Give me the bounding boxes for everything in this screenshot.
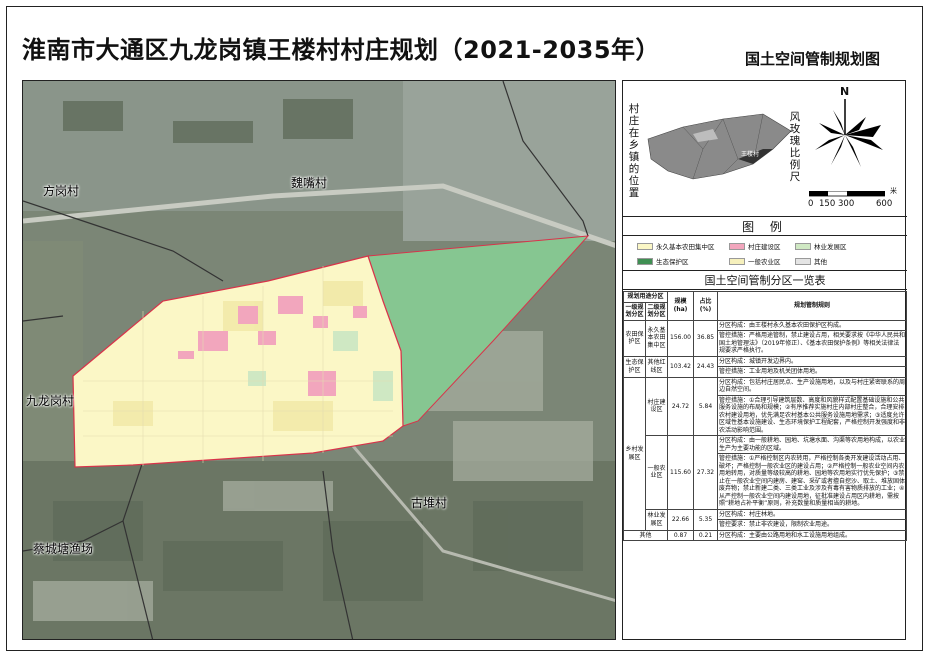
township-locator-map [647, 113, 792, 180]
cell-pct: 5.84 [693, 376, 718, 436]
legend-item-eco: 生态保护区 [637, 256, 689, 266]
legend-swatch [795, 257, 811, 265]
legend-item-other: 其他 [795, 256, 827, 266]
legend-swatch [637, 257, 653, 265]
label-weizui-village: 魏嘴村 [291, 176, 328, 190]
legend-item-farmland: 永久基本农田集中区 [637, 241, 715, 251]
cell-pct: 36.85 [693, 319, 718, 357]
legend: 永久基本农田集中区 村庄建设区 林业发展区 生态保护区 一般农业区 其他 [623, 237, 907, 271]
header-rule: 规划管制规则 [717, 291, 907, 321]
cell-pct: 27.32 [693, 435, 718, 510]
cell-rule: 管控要求：禁止非农建设，限制农业用途。 [717, 519, 907, 531]
legend-title: 图 例 [623, 218, 907, 236]
cell-rule: 管控措施：工业用地及机关团体用地。 [717, 366, 907, 378]
cell-rule: 分区构成：由王楼村永久基本农田保护区构成。 [717, 319, 907, 331]
scale-bar [809, 191, 885, 197]
map-canvas [23, 81, 615, 639]
scale-tick-150: 150 [819, 199, 836, 209]
label-caicheng-fishery: 蔡城塘渔场 [33, 542, 94, 556]
cell-area: 22.66 [667, 508, 694, 531]
scale-tick-600: 600 [876, 199, 893, 209]
table-row: 农田保护区 永久基本农田集中区 156.00 36.85 分区构成：由王楼村永久… [623, 319, 907, 357]
map-type-title: 国土空间管制规划图 [745, 50, 881, 68]
legend-swatch [637, 242, 653, 250]
wind-rose-icon [815, 99, 883, 167]
compass-caption: 风玫瑰比例尺 [789, 111, 801, 183]
cell-l2: 村庄建设区 [645, 376, 668, 436]
cell-pct: 5.35 [693, 508, 718, 531]
legend-label: 林业发展区 [814, 243, 847, 251]
cell-rule: 管控措施：①合理引导建筑层数、高度和风貌样式配置基础设施和公共服务设施的布局和规… [717, 394, 907, 436]
table-row: 林业发展区 22.66 5.35 分区构成：村庄林地。 [624, 508, 907, 531]
location-caption: 村庄在乡镇的位置 [628, 103, 640, 199]
cell-rule: 分区构成：村庄林地。 [717, 508, 907, 520]
cell-l2: 其他红线区 [645, 355, 668, 378]
cell-l2: 林业发展区 [645, 508, 668, 531]
page-title: 淮南市大通区九龙岗镇王楼村村庄规划（2021-2035年） [22, 36, 661, 64]
right-panel: 村庄在乡镇的位置 王楼村 风玫瑰比例尺 N 米 0 150 300 600 图 … [622, 80, 907, 640]
location-and-compass: 村庄在乡镇的位置 王楼村 风玫瑰比例尺 N 米 0 150 300 600 [623, 81, 907, 217]
cell-l1: 生态保护区 [623, 355, 646, 378]
header-pct: 占比(%) [693, 291, 718, 321]
scale-tick-300: 300 [838, 199, 855, 209]
legend-swatch [795, 242, 811, 250]
legend-label: 村庄建设区 [748, 243, 781, 251]
main-map[interactable]: 魏嘴村 方岗村 九龙岗村 古堆村 蔡城塘渔场 [22, 80, 616, 640]
legend-item-forest: 林业发展区 [795, 241, 847, 251]
legend-item-village: 村庄建设区 [729, 241, 781, 251]
scale-unit: 米 [890, 187, 897, 195]
label-gudui-village: 古堆村 [411, 496, 448, 510]
legend-label: 其他 [814, 258, 827, 266]
table-row: 一般农业区 115.60 27.32 分区构成：由一般耕地、园地、坑塘水面、沟渠… [624, 435, 907, 510]
legend-swatch [729, 242, 745, 250]
cell-rule: 分区构成：城镇开发边界内。 [717, 355, 907, 367]
cell-area: 115.60 [667, 435, 694, 510]
cell-rule: 分区构成：由一般耕地、园地、坑塘水面、沟渠等农用地构成，以农业生产为主要功能的区… [717, 435, 907, 454]
legend-item-agri: 一般农业区 [729, 256, 781, 266]
cell-rule: 管控措施：严格用途管制，禁止建设占用，相关要求按《中华人民共和国土地管理法》（2… [717, 330, 907, 357]
cell-l2: 一般农业区 [645, 435, 668, 510]
cell-area: 24.72 [667, 376, 694, 436]
cell-pct: 0.21 [693, 529, 718, 541]
cell-area: 156.00 [667, 319, 694, 357]
table-row: 其他 0.87 0.21 分区构成：主要由公路用地和水工设施用地组成。 [623, 529, 907, 541]
header-area: 规模(ha) [667, 291, 694, 321]
label-fanggang-village: 方岗村 [43, 184, 80, 198]
cell-rule: 管控措施：①严格控制区内农转用，严格控制各类开发建设活动占用、破坏；严格控制一般… [717, 453, 907, 510]
cell-rule: 分区构成：主要由公路用地和水工设施用地组成。 [717, 529, 907, 541]
label-jiulonggang-village: 九龙岗村 [26, 394, 75, 408]
cell-area: 103.42 [667, 355, 694, 378]
cell-pct: 24.43 [693, 355, 718, 378]
legend-label: 一般农业区 [748, 258, 781, 266]
table-row: 生态保护区 其他红线区 103.42 24.43 分区构成：城镇开发边界内。 [623, 355, 907, 378]
cell-l2: 永久基本农田集中区 [645, 319, 668, 357]
cell-rule: 分区构成：包括村庄居民点、生产设施用地，以及与村庄紧密联系的周边自然空间。 [717, 376, 907, 396]
cell-l1: 农田保护区 [623, 319, 646, 357]
header-group: 规划用途分区 [623, 291, 668, 303]
legend-label: 生态保护区 [656, 258, 689, 266]
locator-village-tag: 王楼村 [741, 151, 760, 158]
zoning-table: 规划用途分区 规模(ha) 占比(%) 规划管制规则 一级规划分区 二级规划分区… [623, 291, 907, 541]
header-level1: 一级规划分区 [623, 301, 646, 321]
cell-area: 0.87 [667, 529, 694, 541]
table-header-row: 规划用途分区 规模(ha) 占比(%) 规划管制规则 [623, 291, 907, 321]
cell-l1: 其他 [623, 529, 668, 541]
legend-label: 永久基本农田集中区 [656, 243, 715, 251]
cell-l1: 乡村发展区 [623, 376, 646, 531]
table-title: 国土空间管制分区一览表 [623, 272, 907, 290]
header-level2: 二级规划分区 [645, 301, 668, 321]
legend-swatch [729, 257, 745, 265]
scale-tick-0: 0 [808, 199, 814, 209]
table-row: 乡村发展区 村庄建设区 24.72 5.84 分区构成：包括村庄居民点、生产设施… [623, 376, 907, 531]
